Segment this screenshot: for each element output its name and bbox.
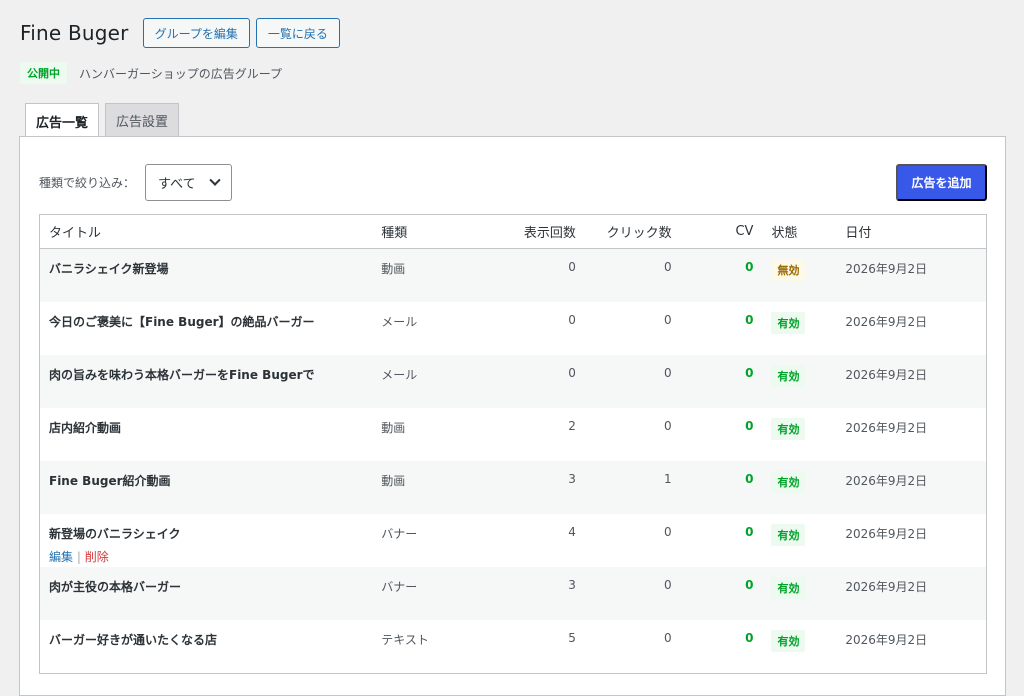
- group-description: ハンバーガーショップの広告グループ: [79, 66, 283, 81]
- page-title: Fine Buger: [20, 21, 129, 45]
- ad-cv: 0: [745, 313, 754, 327]
- ad-clicks: 0: [664, 525, 672, 539]
- table-row[interactable]: 今日のご褒美に【Fine Buger】の絶品バーガー メール 0 0 0 有効 …: [40, 302, 986, 355]
- ad-type: メール: [381, 368, 418, 382]
- ad-views: 5: [568, 631, 576, 645]
- tab-bar: 広告一覧 広告設置: [25, 103, 185, 138]
- table-row[interactable]: 新登場のバニラシェイク 編集 | 削除 バナー 4 0 0 有効 2026年9月…: [40, 514, 986, 567]
- table-row[interactable]: 店内紹介動画 動画 2 0 0 有効 2026年9月2日: [40, 408, 986, 461]
- ad-clicks: 0: [664, 260, 672, 274]
- table-row[interactable]: 肉が主役の本格バーガー バナー 3 0 0 有効 2026年9月2日: [40, 567, 986, 620]
- table-row[interactable]: 肉の旨みを味わう本格バーガーをFine Bugerで メール 0 0 0 有効 …: [40, 355, 986, 408]
- ad-type: 動画: [381, 474, 406, 488]
- add-ad-button[interactable]: 広告を追加: [896, 164, 987, 201]
- column-header-status[interactable]: 状態: [753, 222, 845, 241]
- ad-views: 3: [568, 472, 576, 486]
- ads-table: タイトル 種類 表示回数 クリック数 CV 状態 日付 バニラシェイク新登場 動…: [39, 214, 987, 674]
- action-separator: |: [76, 550, 81, 564]
- ad-views: 0: [568, 260, 576, 274]
- ad-cv: 0: [745, 631, 754, 645]
- table-row[interactable]: Fine Buger紹介動画 動画 3 1 0 有効 2026年9月2日: [40, 461, 986, 514]
- ad-type: バナー: [381, 580, 418, 594]
- ad-cv: 0: [745, 472, 754, 486]
- ad-date: 2026年9月2日: [845, 527, 928, 541]
- status-badge: 有効: [771, 312, 806, 334]
- ad-title[interactable]: 店内紹介動画: [40, 419, 371, 436]
- ad-clicks: 0: [664, 578, 672, 592]
- ad-type: 動画: [381, 262, 406, 276]
- status-badge: 有効: [771, 418, 806, 440]
- ad-type: 動画: [381, 421, 406, 435]
- group-meta: 公開中 ハンバーガーショップの広告グループ: [20, 62, 282, 84]
- ad-clicks: 0: [664, 366, 672, 380]
- ad-clicks: 0: [664, 313, 672, 327]
- ad-cv: 0: [745, 260, 754, 274]
- publish-status-badge: 公開中: [20, 62, 67, 84]
- type-filter-value: すべて: [158, 177, 196, 192]
- ad-date: 2026年9月2日: [845, 474, 928, 488]
- column-header-clicks[interactable]: クリック数: [576, 222, 672, 241]
- tab-ad-list[interactable]: 広告一覧: [25, 103, 100, 138]
- status-badge: 無効: [771, 259, 806, 281]
- table-row[interactable]: バーガー好きが通いたくなる店 テキスト 5 0 0 有効 2026年9月2日: [40, 620, 986, 673]
- chevron-down-icon: [209, 174, 221, 186]
- ad-title[interactable]: バニラシェイク新登場: [40, 260, 371, 277]
- row-actions: 編集 | 削除: [49, 548, 371, 565]
- column-header-type[interactable]: 種類: [371, 222, 486, 241]
- ad-date: 2026年9月2日: [845, 633, 928, 647]
- ad-cv: 0: [745, 525, 754, 539]
- ad-clicks: 0: [664, 419, 672, 433]
- ad-clicks: 0: [664, 631, 672, 645]
- table-header: タイトル 種類 表示回数 クリック数 CV 状態 日付: [40, 215, 986, 249]
- ad-title[interactable]: バーガー好きが通いたくなる店: [40, 631, 371, 648]
- filter-label: 種類で絞り込み：: [39, 176, 136, 190]
- ad-views: 4: [568, 525, 576, 539]
- status-badge: 有効: [771, 365, 806, 387]
- ad-views: 0: [568, 313, 576, 327]
- table-row[interactable]: バニラシェイク新登場 動画 0 0 0 無効 2026年9月2日: [40, 249, 986, 302]
- ad-views: 0: [568, 366, 576, 380]
- ad-type: バナー: [381, 527, 418, 541]
- ad-cv: 0: [745, 578, 754, 592]
- ad-type: メール: [381, 315, 418, 329]
- ad-views: 3: [568, 578, 576, 592]
- column-header-cv[interactable]: CV: [672, 224, 753, 239]
- ad-date: 2026年9月2日: [845, 421, 928, 435]
- ad-views: 2: [568, 419, 576, 433]
- ad-cv: 0: [745, 419, 754, 433]
- status-badge: 有効: [771, 471, 806, 493]
- ad-title[interactable]: 肉の旨みを味わう本格バーガーをFine Bugerで: [40, 366, 371, 383]
- delete-link[interactable]: 削除: [85, 550, 109, 564]
- status-badge: 有効: [771, 630, 806, 652]
- ad-type: テキスト: [381, 633, 429, 647]
- column-header-title[interactable]: タイトル: [40, 222, 371, 241]
- ad-title[interactable]: Fine Buger紹介動画: [40, 472, 371, 489]
- edit-group-button[interactable]: グループを編集: [142, 18, 250, 48]
- status-badge: 有効: [771, 524, 806, 546]
- ad-title[interactable]: 今日のご褒美に【Fine Buger】の絶品バーガー: [40, 313, 371, 330]
- status-badge: 有効: [771, 577, 806, 599]
- column-header-views[interactable]: 表示回数: [486, 222, 576, 241]
- tab-ad-placement[interactable]: 広告設置: [105, 103, 180, 137]
- edit-link[interactable]: 編集: [49, 550, 73, 564]
- ad-date: 2026年9月2日: [845, 580, 928, 594]
- page-header: Fine Buger グループを編集 一覧に戻る: [20, 18, 340, 48]
- ad-date: 2026年9月2日: [845, 315, 928, 329]
- back-to-list-button[interactable]: 一覧に戻る: [255, 18, 340, 48]
- ad-date: 2026年9月2日: [845, 368, 928, 382]
- ad-cv: 0: [745, 366, 754, 380]
- type-filter-select[interactable]: すべて: [145, 164, 232, 201]
- column-header-date[interactable]: 日付: [845, 222, 986, 241]
- ad-clicks: 1: [664, 472, 672, 486]
- ad-title[interactable]: 新登場のバニラシェイク: [49, 525, 371, 542]
- ad-date: 2026年9月2日: [845, 262, 928, 276]
- ad-title[interactable]: 肉が主役の本格バーガー: [40, 578, 371, 595]
- ad-list-panel: 種類で絞り込み： すべて 広告を追加 タイトル 種類 表示回数 クリック数 CV…: [19, 136, 1006, 696]
- ad-title-cell: 新登場のバニラシェイク 編集 | 削除: [40, 525, 371, 565]
